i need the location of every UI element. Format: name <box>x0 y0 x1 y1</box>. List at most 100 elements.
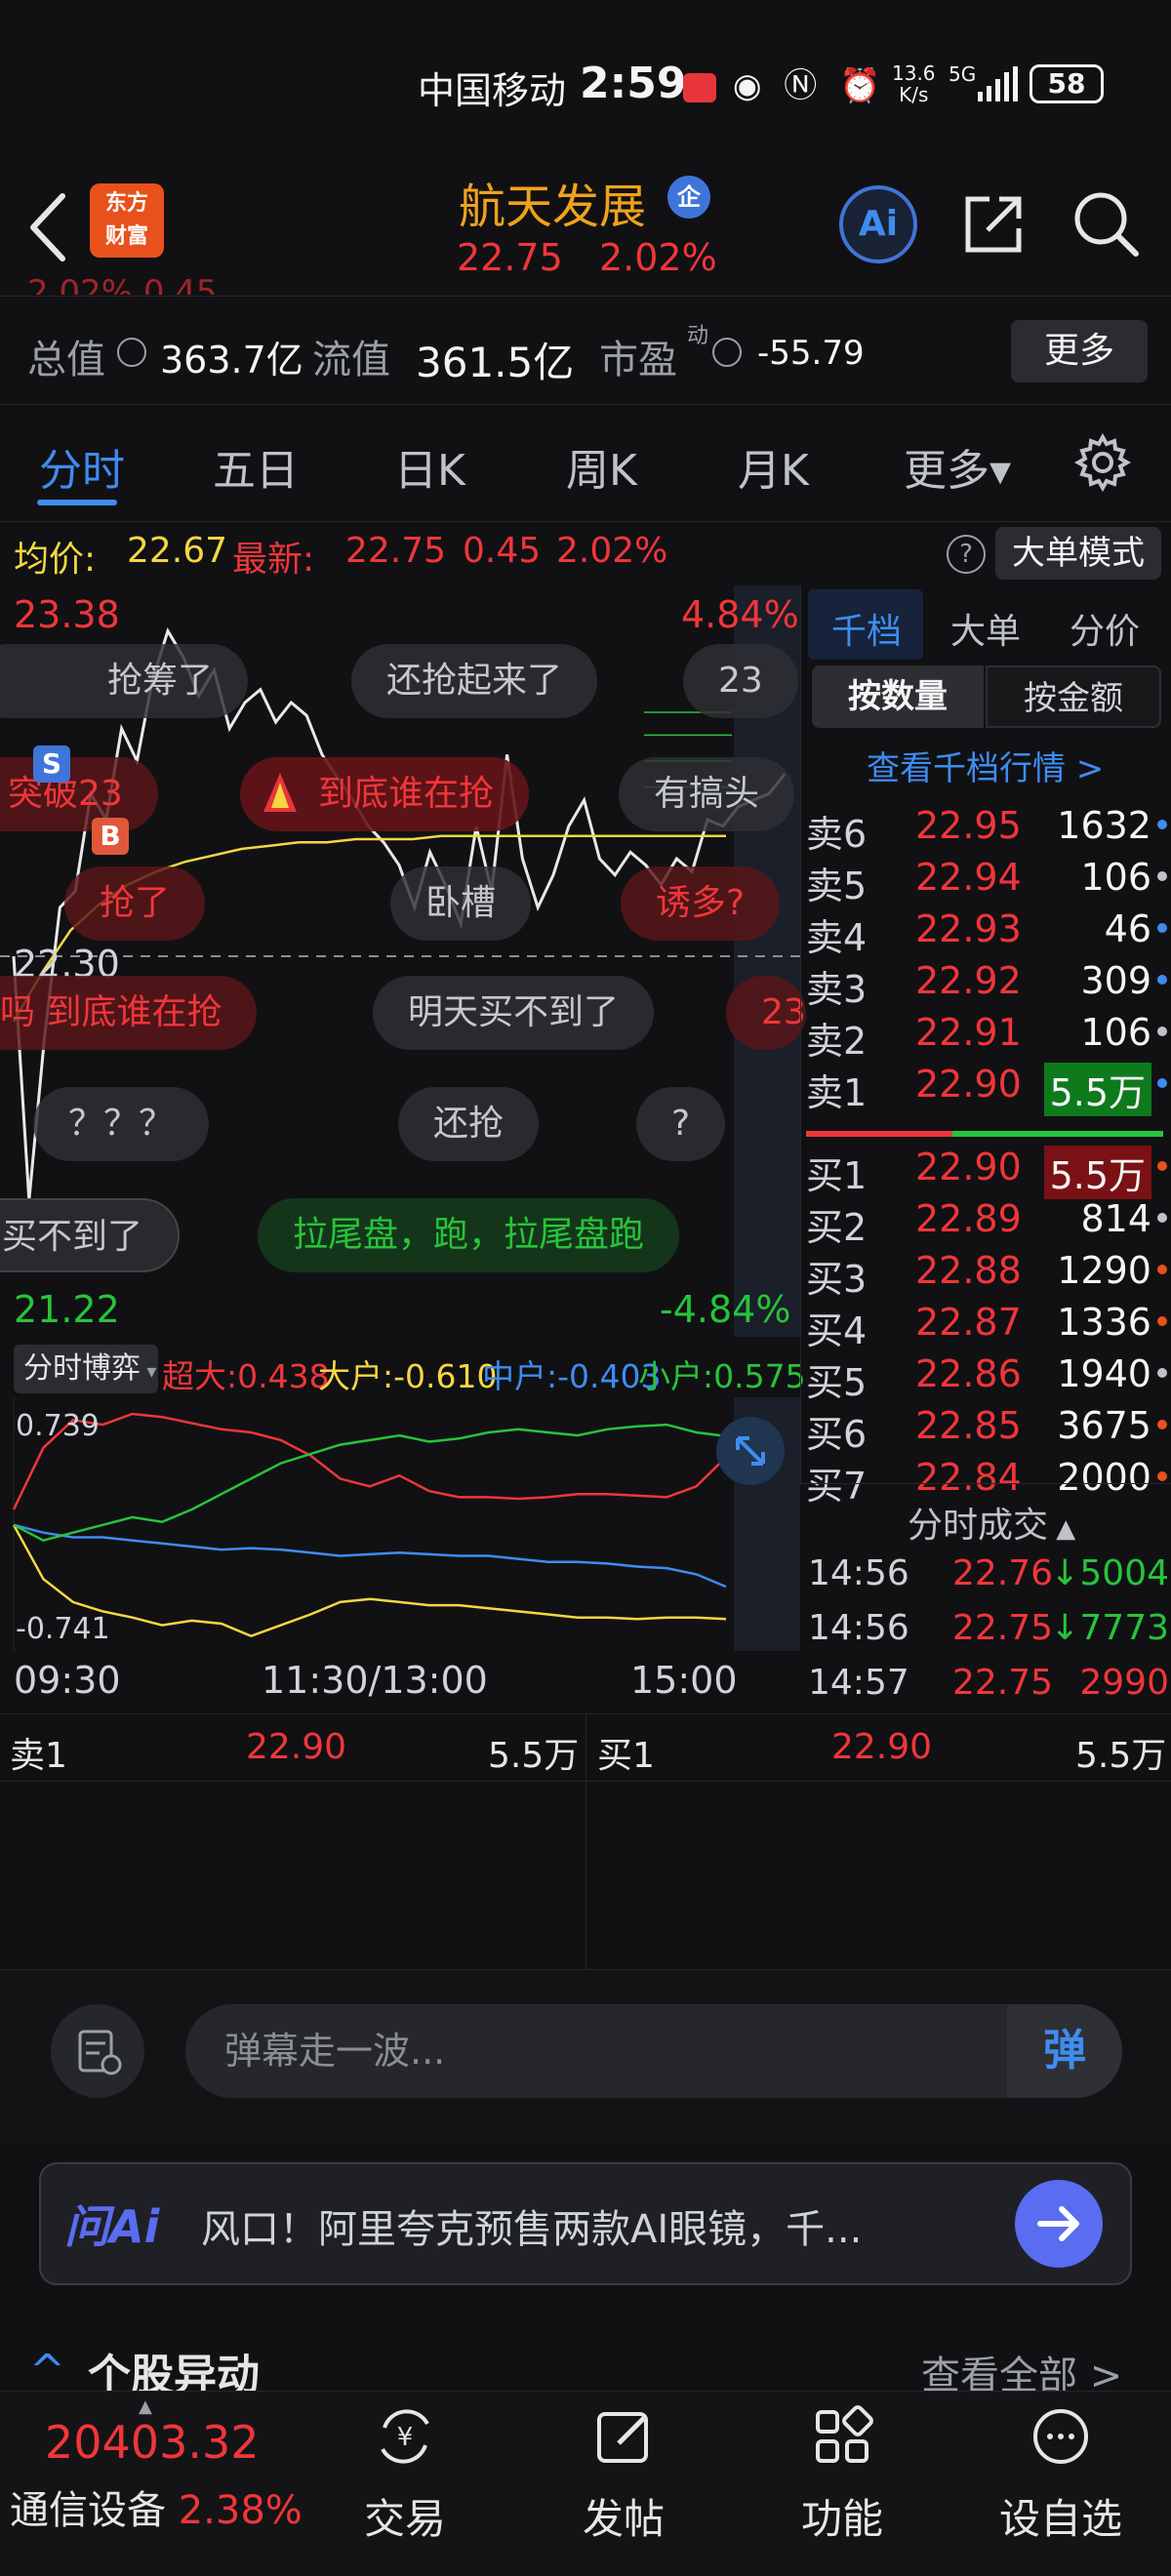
search-icon[interactable] <box>1070 187 1142 260</box>
alarm-icon: ⏰ <box>839 66 887 105</box>
danmaku-bubble[interactable]: 诱多? <box>621 866 781 941</box>
stock-name[interactable]: 航天发展 <box>459 168 646 236</box>
tab-day-k[interactable]: 日K <box>394 435 465 498</box>
nav-add-watchlist[interactable]: 设自选 <box>988 2402 1134 2568</box>
tab-month-k[interactable]: 月K <box>738 435 809 498</box>
nav-post[interactable]: 发帖 <box>550 2402 697 2568</box>
ask-row[interactable]: 卖5 22.94 106 <box>806 852 1167 907</box>
game-series-line <box>13 1423 727 1543</box>
arrow-right-icon[interactable] <box>1015 2180 1103 2268</box>
legend-small: 小户:0.575 <box>638 1357 806 1395</box>
danmaku-bubble[interactable]: 有搞头 <box>619 757 795 831</box>
tab-thousand-levels[interactable]: 千档 <box>831 603 902 654</box>
level-volume: 3675 <box>1057 1404 1151 1447</box>
tab-underline <box>37 500 117 505</box>
index-value[interactable]: 20403.32 <box>45 2416 260 2469</box>
level-price: 22.94 <box>915 856 1022 899</box>
total-value-label: 总值 <box>27 338 105 382</box>
info-icon[interactable] <box>712 338 742 367</box>
by-quantity-toggle[interactable]: 按数量 <box>812 665 984 728</box>
expand-icon[interactable] <box>716 1417 785 1485</box>
danmaku-bubble[interactable]: 抢筹了 <box>0 644 249 718</box>
danmaku-send-button[interactable]: 弹 <box>1007 2004 1122 2098</box>
level-price: 22.89 <box>915 1197 1022 1240</box>
ask-row[interactable]: 卖4 22.93 46 <box>806 904 1167 959</box>
tab-five-day[interactable]: 五日 <box>213 435 299 498</box>
danmaku-bubble[interactable]: 明天买不到了 <box>373 976 655 1050</box>
tab-week-k[interactable]: 周K <box>566 435 637 498</box>
ai-button[interactable]: Ai <box>839 185 917 263</box>
danmaku-settings-button[interactable] <box>51 2004 144 2098</box>
news-view-all[interactable]: 查看全部 > <box>921 2344 1122 2391</box>
ask-row[interactable]: 卖3 22.92 309 <box>806 955 1167 1011</box>
level-volume: 814 <box>1080 1197 1151 1240</box>
bid-row[interactable]: 买3 22.88 1290 <box>806 1245 1167 1301</box>
trades-title[interactable]: 分时成交 ▲ <box>908 1497 1075 1548</box>
danmaku-bubble[interactable]: ？？？ <box>33 1087 210 1161</box>
danmaku-bubble[interactable]: 23 <box>726 976 806 1050</box>
by-amount-toggle[interactable]: 按金额 <box>986 665 1161 728</box>
trade-price: 22.76 <box>952 1553 1054 1593</box>
level1-bid-label: 买1 <box>597 1736 655 1776</box>
bid-ask-separator <box>806 1122 1163 1137</box>
ask-ai-text[interactable]: 风口！阿里夸克预售两款AI眼镜，千... <box>201 2197 972 2254</box>
level1-ask-label: 卖1 <box>10 1736 67 1776</box>
change-value: 0.45 <box>463 531 542 571</box>
share-icon[interactable] <box>960 189 1029 258</box>
more-button[interactable]: 更多 <box>1011 320 1148 382</box>
level-dot <box>1157 1471 1167 1481</box>
danmaku-bubble[interactable]: 卧槽 <box>390 866 532 941</box>
trade-time: 14:57 <box>808 1663 909 1703</box>
nav-trade[interactable]: ¥ 交易 <box>332 2402 478 2568</box>
thousand-levels-link[interactable]: 查看千档行情 > <box>867 742 1104 789</box>
game-series-line <box>13 1523 727 1589</box>
trade-icon: ¥ <box>371 2402 439 2471</box>
danmaku-bubble[interactable]: ? <box>636 1087 726 1161</box>
carrier-name: 中国移动 <box>418 69 567 112</box>
info-icon[interactable] <box>117 338 146 367</box>
gear-icon[interactable] <box>1073 432 1132 493</box>
bid-row[interactable]: 买6 22.85 3675 <box>806 1400 1167 1456</box>
tab-price-dist[interactable]: 分价 <box>1070 603 1140 654</box>
tab-more[interactable]: 更多▾ <box>904 435 1011 498</box>
danmaku-bubble[interactable]: 抢了 <box>64 866 206 941</box>
trade-row: 14:57 22.75 2990 <box>808 1663 1169 1717</box>
bid-row[interactable]: 买2 22.89 814 <box>806 1193 1167 1249</box>
ask-row[interactable]: 卖2 22.91 106 <box>806 1007 1167 1063</box>
tab-big-order[interactable]: 大单 <box>950 603 1021 654</box>
danmaku-bubble[interactable]: 23 <box>683 644 798 718</box>
level-label: 卖1 <box>806 1071 868 1114</box>
index-name[interactable]: 通信设备 2.38% <box>10 2478 303 2535</box>
legend-large: 大户:-0.610 <box>318 1357 498 1395</box>
level-volume: 5.5万 <box>1043 1063 1151 1116</box>
danmaku-bubble[interactable]: 拉尾盘，跑，拉尾盘跑 <box>258 1198 680 1272</box>
danmaku-input[interactable] <box>185 2004 1007 2098</box>
sell-marker[interactable]: S <box>33 745 70 783</box>
danmaku-bubble[interactable]: 吗 到底谁在抢 <box>0 976 258 1050</box>
buy-marker[interactable]: B <box>92 818 129 855</box>
nav-functions[interactable]: 功能 <box>769 2402 915 2568</box>
latest-label: 最新: <box>232 540 315 580</box>
level-dot <box>1157 1161 1167 1171</box>
bid-row[interactable]: 买4 22.87 1336 <box>806 1297 1167 1352</box>
back-icon[interactable] <box>20 188 78 266</box>
pct-bottom-label: -4.84% <box>660 1288 791 1331</box>
danmaku-bubble[interactable]: 突破23 <box>0 757 158 831</box>
danmaku-bubble[interactable]: 还抢起来了 <box>351 644 598 718</box>
enterprise-badge: 企 <box>667 176 710 219</box>
ask-row[interactable]: 卖6 22.95 1632 <box>806 800 1167 856</box>
indicator-select[interactable]: 分时博弈 ▾ <box>14 1345 158 1393</box>
ask-row[interactable]: 卖1 22.90 5.5万 <box>806 1059 1167 1116</box>
bid-row[interactable]: 买1 22.90 5.5万 <box>806 1142 1167 1199</box>
stock-price: 22.75 <box>457 236 563 279</box>
big-order-mode-button[interactable]: 大单模式 <box>995 527 1161 580</box>
legend-medium: 中户:-0.403 <box>482 1357 662 1395</box>
danmaku-bubble[interactable]: 买不到了 <box>0 1198 181 1272</box>
level-dot <box>1157 975 1167 985</box>
bid-row[interactable]: 买5 22.86 1940 <box>806 1348 1167 1404</box>
danmaku-bubble[interactable]: 还抢 <box>398 1087 540 1161</box>
level-label: 买4 <box>806 1309 868 1352</box>
help-icon[interactable]: ? <box>947 535 986 574</box>
tab-intraday[interactable]: 分时 <box>39 435 125 498</box>
chevron-up-icon[interactable]: ^ <box>29 2346 65 2391</box>
